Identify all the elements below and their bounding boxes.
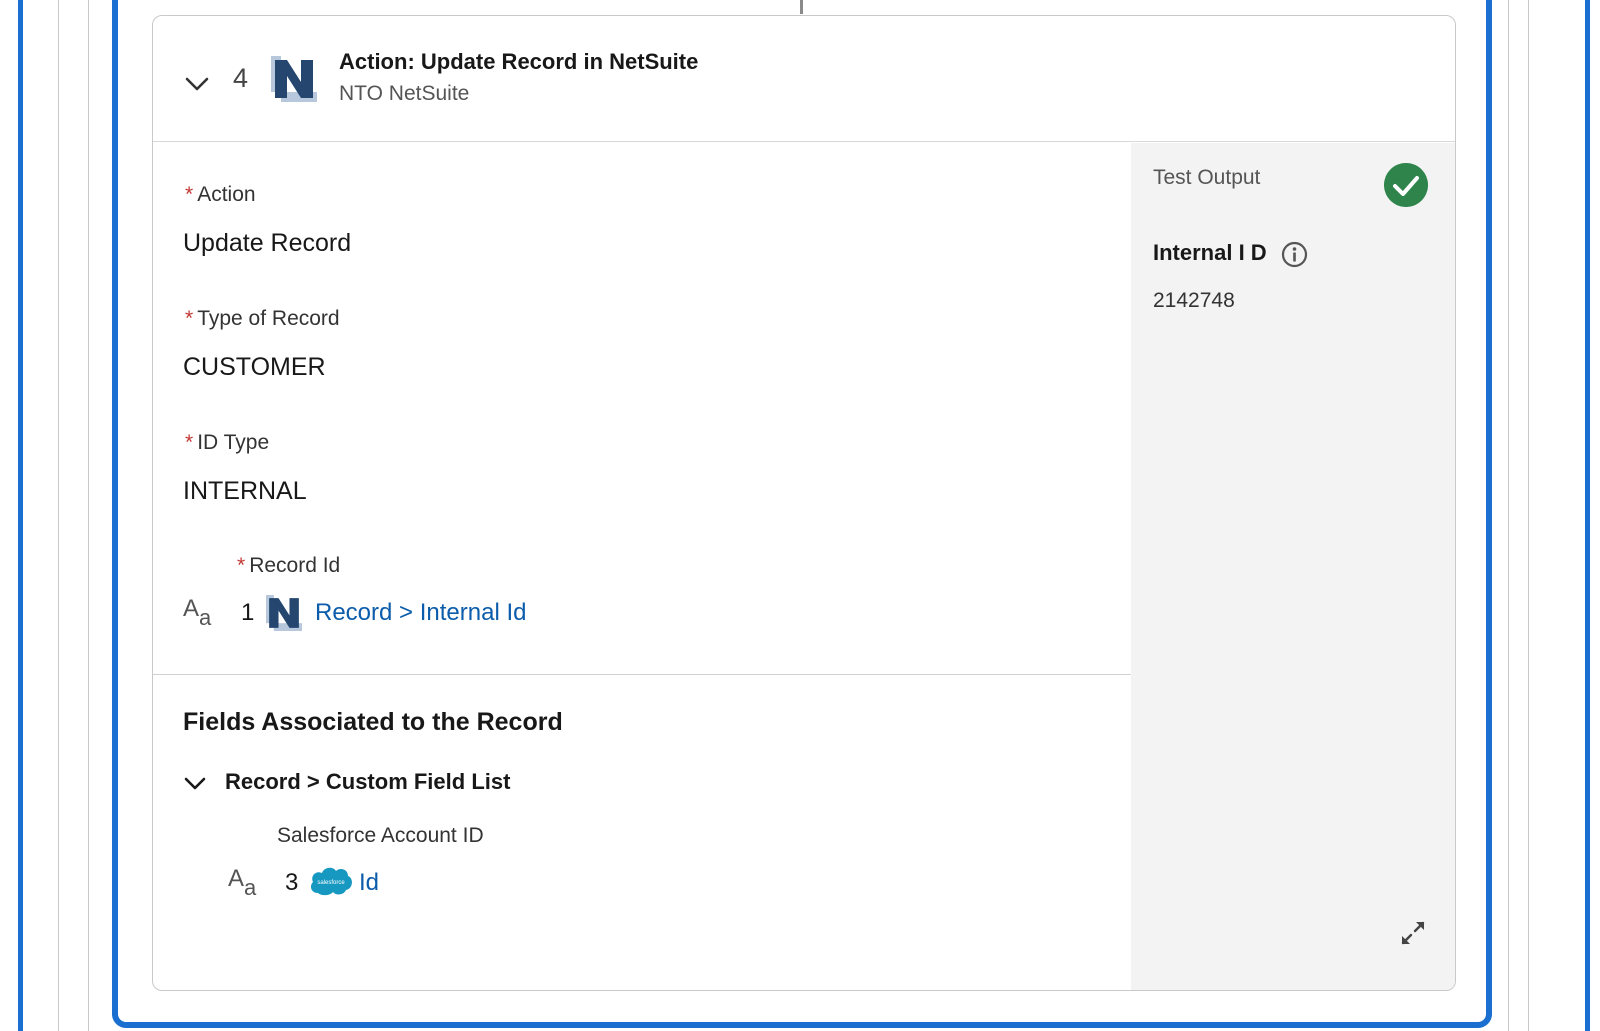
output-field-label: Internal I D [1153,240,1267,265]
config-panel: * Action Update Record * Type of Record CU… [153,143,1131,990]
associated-fields-title: Fields Associated to the Record [183,708,563,736]
step-title: Action: Update Record in NetSuite [339,49,699,74]
record-id-label: * Record Id [237,554,341,577]
salesforce-logo-icon: salesforce [310,867,352,896]
test-output-label: Test Output [1153,166,1261,189]
test-output-panel: Test Output Internal I D 2142748 [1131,143,1455,990]
netsuite-logo-icon [271,56,317,102]
associated-field-mapping-link[interactable]: Id [359,869,379,897]
id-type-label: * ID Type [185,431,270,454]
success-check-icon [1384,163,1428,207]
associated-field-label: Salesforce Account ID [277,824,484,847]
step-header[interactable]: 4 Action: Update Record in NetSuite NTO … [153,16,1455,142]
record-id-mapping-link[interactable]: Record > Internal Id [315,599,526,627]
text-type-icon: Aa [183,595,212,630]
mapped-step-number: 1 [241,599,255,626]
netsuite-logo-icon [266,595,302,631]
custom-field-list-toggle[interactable]: Record > Custom Field List [225,769,510,795]
connection-name: NTO NetSuite [339,82,470,105]
info-icon[interactable] [1281,241,1308,268]
step-number: 4 [233,63,249,93]
output-field-value: 2142748 [1153,289,1235,312]
mapped-step-number: 3 [285,869,299,896]
record-type-label: * Type of Record [185,307,340,330]
step-connector-line [800,0,803,14]
record-type-value[interactable]: CUSTOMER [183,353,326,382]
id-type-value[interactable]: INTERNAL [183,477,307,506]
text-type-icon: Aa [228,865,257,900]
frame-line-right-inner [1508,0,1509,1031]
frame-line-right [1528,0,1529,1031]
section-divider [153,674,1131,675]
chevron-down-icon[interactable] [183,771,207,795]
chevron-down-icon[interactable] [183,70,211,98]
salesforce-logo-text: salesforce [317,880,345,886]
frame-line-left [58,0,59,1031]
action-value[interactable]: Update Record [183,229,351,258]
frame-line-left-inner [88,0,89,1031]
expand-icon[interactable] [1399,919,1427,947]
action-label: * Action [185,183,256,206]
step-card: 4 Action: Update Record in NetSuite NTO … [152,15,1456,991]
